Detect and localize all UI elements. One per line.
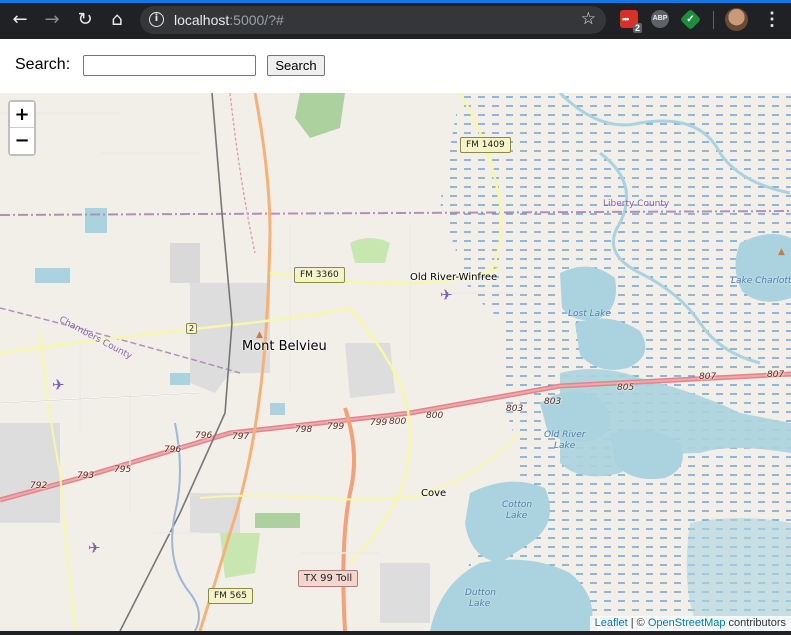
window-bottom-border [0, 631, 791, 635]
home-icon[interactable]: ⌂ [106, 9, 128, 31]
extension-badge: 2 [632, 23, 642, 33]
attribution-separator: | © [627, 617, 648, 629]
road-shield-tx99-toll: TX 99 Toll [298, 570, 359, 587]
road-number-label: 803 [506, 404, 524, 414]
lake-charlotte [735, 234, 791, 302]
water-label-dutton: Dutton [465, 588, 496, 598]
extension-green-icon[interactable]: ✓ [679, 8, 702, 31]
forward-arrow-icon[interactable]: → [41, 9, 63, 31]
park [255, 513, 300, 528]
road-number-label: 799 [327, 422, 345, 432]
map-tiles [0, 93, 791, 631]
tx99-toll [341, 407, 356, 631]
road-number-label: 798 [295, 425, 313, 435]
back-arrow-icon[interactable]: ← [9, 9, 31, 31]
zoom-out-button[interactable]: − [10, 128, 34, 154]
road-number-label: 797 [232, 432, 250, 442]
zoom-in-button[interactable]: + [10, 102, 34, 128]
bookmark-star-icon[interactable]: ☆ [581, 9, 596, 29]
pond [35, 268, 70, 283]
browser-menu-icon[interactable]: ⋮ [763, 9, 781, 29]
road-number-label: 799 [370, 418, 388, 428]
road-number-label: 793 [77, 471, 95, 481]
road-shield-fm565: FM 565 [208, 588, 253, 604]
adblock-plus-icon[interactable]: ABP [651, 10, 669, 28]
park [220, 533, 260, 578]
pond [170, 373, 190, 385]
road-number-label: 807 [699, 372, 717, 382]
water-label-dutton-lake: Lake [469, 599, 491, 609]
water-label-cotton: Cotton [502, 500, 533, 510]
peak-marker-icon: ▲ [778, 247, 785, 257]
window-accent-line [0, 0, 791, 3]
water-label-old-river: Old River [544, 430, 586, 440]
zoom-control: + − [8, 100, 36, 156]
address-bar[interactable]: i localhost:5000/?# ☆ [140, 6, 606, 34]
browser-toolbar: ← → ↻ ⌂ i localhost:5000/?# ☆ ••• 2 ABP … [0, 0, 791, 39]
search-input[interactable] [83, 55, 256, 76]
industrial-area [170, 243, 200, 283]
road-shield-fm1409: FM 1409 [460, 137, 511, 153]
site-info-icon[interactable]: i [149, 12, 164, 27]
road-number-label: 796 [164, 445, 182, 455]
address-url[interactable]: localhost:5000/?# [174, 12, 284, 28]
pond [270, 403, 285, 415]
place-label-mont-belvieu: Mont Belvieu [242, 339, 327, 354]
road-shield-fm3360: FM 3360 [294, 267, 345, 283]
road-number-label: 805 [617, 383, 635, 393]
extension-dots-icon: ••• [622, 14, 630, 24]
place-label-cove: Cove [421, 488, 447, 499]
airport-icon: ✈ [440, 286, 453, 304]
place-label-old-river-winfree: Old River-Winfree [410, 272, 498, 283]
road-number-label: 800 [426, 411, 444, 421]
extension-red-icon[interactable]: ••• 2 [620, 10, 642, 33]
search-bar: Search: Search [0, 39, 791, 93]
profile-avatar[interactable] [725, 8, 748, 31]
leaflet-link[interactable]: Leaflet [595, 617, 628, 629]
road-shield-small: 2 [186, 323, 198, 334]
map-attribution: Leaflet | © OpenStreetMap contributors [589, 616, 791, 631]
pipeline [229, 93, 256, 254]
toolbar-divider [713, 11, 714, 29]
airport-icon: ✈ [52, 376, 65, 394]
search-button[interactable]: Search [267, 55, 325, 76]
built-area [380, 563, 430, 623]
road-number-label: 803 [544, 397, 562, 407]
road-number-label: 807 [767, 370, 785, 380]
built-area [0, 423, 60, 523]
road-number-label: 796 [195, 431, 213, 441]
pond [85, 208, 107, 233]
attribution-suffix: contributors [725, 617, 786, 629]
built-area [345, 343, 395, 398]
map-view[interactable]: Mont Belvieu Old River-Winfree Cove Lost… [0, 93, 791, 631]
park [295, 93, 345, 138]
reload-icon[interactable]: ↻ [74, 9, 96, 31]
water-label-lost-lake: Lost Lake [568, 309, 611, 319]
road-number-label: 800 [389, 417, 407, 427]
water-label-old-river-lake: Lake [554, 441, 576, 451]
park [350, 238, 390, 263]
water-label-cotton-lake: Lake [506, 511, 528, 521]
road-number-label: 792 [30, 481, 48, 491]
openstreetmap-link[interactable]: OpenStreetMap [648, 617, 726, 629]
road-number-label: 795 [114, 465, 132, 475]
county-label-liberty: Liberty County [603, 199, 670, 209]
airport-icon: ✈ [88, 539, 101, 557]
search-label: Search: [15, 56, 71, 73]
bay-area [686, 518, 791, 631]
water-label-lake-charlotte: Lake Charlotte [731, 276, 791, 286]
extension-glyph-icon: ✓ [686, 14, 695, 25]
peak-marker-icon: ▲ [256, 330, 263, 340]
